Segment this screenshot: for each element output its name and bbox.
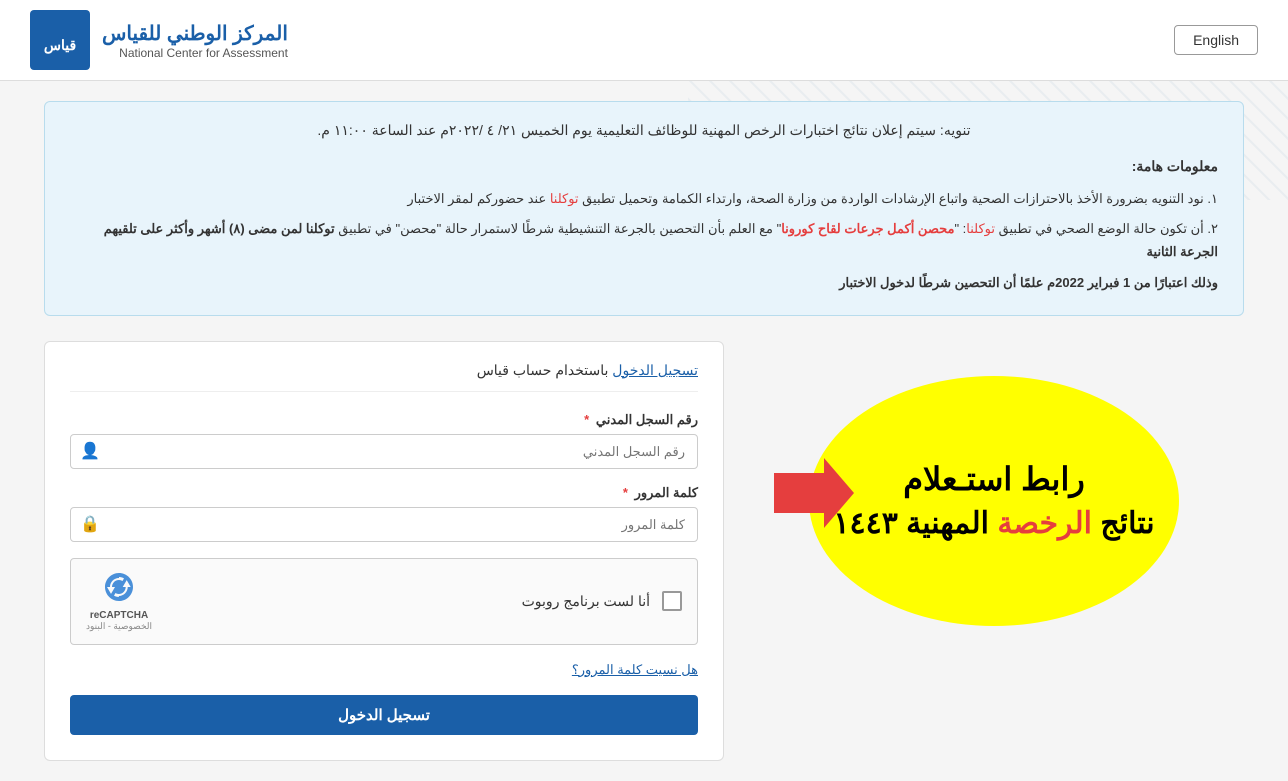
- english-language-button[interactable]: English: [1174, 25, 1258, 55]
- logo-text-area: المركز الوطني للقياس National Center for…: [102, 21, 288, 60]
- oval-license-text: الرخصة: [997, 507, 1092, 540]
- national-id-group: رقم السجل المدني * 👤: [70, 412, 698, 469]
- oval-line1: رابط استـعلام: [903, 460, 1085, 498]
- arrow-right-icon: [774, 458, 854, 544]
- captcha-logo: reCAPTCHA الخصوصية - البنود: [86, 571, 152, 632]
- info-heading: معلومات هامة:: [70, 154, 1218, 179]
- notice-line1: ١. نود التنويه بضرورة الأخذ بالاحترازات …: [70, 187, 1218, 210]
- logo-area: المركز الوطني للقياس National Center for…: [30, 10, 288, 70]
- oval-line2: نتائج الرخصة المهنية ١٤٤٣: [833, 506, 1154, 541]
- oval-professional-text: المهنية ١٤٤٣: [833, 507, 989, 540]
- password-label: كلمة المرور *: [70, 485, 698, 501]
- logo-english-name: National Center for Assessment: [102, 46, 288, 60]
- captcha-label: أنا لست برنامج روبوت: [522, 593, 650, 610]
- oval-area[interactable]: رابط استـعلام نتائج الرخصة المهنية ١٤٤٣: [744, 341, 1244, 661]
- password-input[interactable]: [70, 507, 698, 542]
- person-icon: 👤: [80, 441, 100, 461]
- password-wrapper: 🔒: [70, 507, 698, 542]
- yellow-oval: رابط استـعلام نتائج الرخصة المهنية ١٤٤٣: [809, 376, 1179, 626]
- national-id-input[interactable]: [70, 434, 698, 469]
- login-header: تسجيل الدخول باستخدام حساب قياس: [70, 362, 698, 392]
- forgot-password-area: هل نسيت كلمة المرور؟: [70, 661, 698, 679]
- national-id-wrapper: 👤: [70, 434, 698, 469]
- recaptcha-icon: [103, 571, 135, 610]
- password-group: كلمة المرور * 🔒: [70, 485, 698, 542]
- captcha-left: أنا لست برنامج روبوت: [522, 591, 682, 611]
- login-button[interactable]: تسجيل الدخول: [70, 695, 698, 735]
- main-content: تنويه: سيتم إعلان نتائج اختبارات الرخص ا…: [24, 101, 1264, 761]
- lock-icon: 🔒: [80, 514, 100, 534]
- logo-icon: قياس: [30, 10, 90, 70]
- vaccinated-status: محصن أكمل جرعات لقاح كورونا: [781, 221, 954, 236]
- national-id-label: رقم السجل المدني *: [70, 412, 698, 428]
- required-star1: *: [584, 412, 589, 427]
- captcha-box[interactable]: أنا لست برنامج روبوت reCAPTCHA الخصوصية …: [70, 558, 698, 645]
- header: English المركز الوطني للقياس National Ce…: [0, 0, 1288, 81]
- recaptcha-links: الخصوصية - البنود: [86, 621, 152, 632]
- tawakkalna-ref2: توكلنا: [966, 221, 995, 236]
- bottom-section: رابط استـعلام نتائج الرخصة المهنية ١٤٤٣ …: [44, 341, 1244, 761]
- login-form: تسجيل الدخول باستخدام حساب قياس رقم السج…: [44, 341, 724, 761]
- required-star2: *: [623, 485, 628, 500]
- notice-box: تنويه: سيتم إعلان نتائج اختبارات الرخص ا…: [44, 101, 1244, 316]
- svg-text:قياس: قياس: [44, 37, 76, 54]
- tawakkalna-ref1: توكلنا: [550, 191, 579, 206]
- recaptcha-brand: reCAPTCHA: [90, 610, 148, 621]
- oval-results-text: نتائج: [1100, 507, 1154, 540]
- notice-title: تنويه: سيتم إعلان نتائج اختبارات الرخص ا…: [70, 122, 1218, 139]
- login-link[interactable]: تسجيل الدخول: [612, 362, 698, 378]
- login-header-text: باستخدام حساب قياس: [477, 362, 609, 378]
- captcha-checkbox[interactable]: [662, 591, 682, 611]
- forgot-password-link[interactable]: هل نسيت كلمة المرور؟: [572, 662, 698, 677]
- notice-line3: وذلك اعتبارًا من 1 فبراير 2022م علمًا أن…: [70, 271, 1218, 294]
- notice-line2: ٢. أن تكون حالة الوضع الصحي في تطبيق توك…: [70, 217, 1218, 264]
- logo-arabic-name: المركز الوطني للقياس: [102, 21, 288, 46]
- info-section: معلومات هامة: ١. نود التنويه بضرورة الأخ…: [70, 154, 1218, 295]
